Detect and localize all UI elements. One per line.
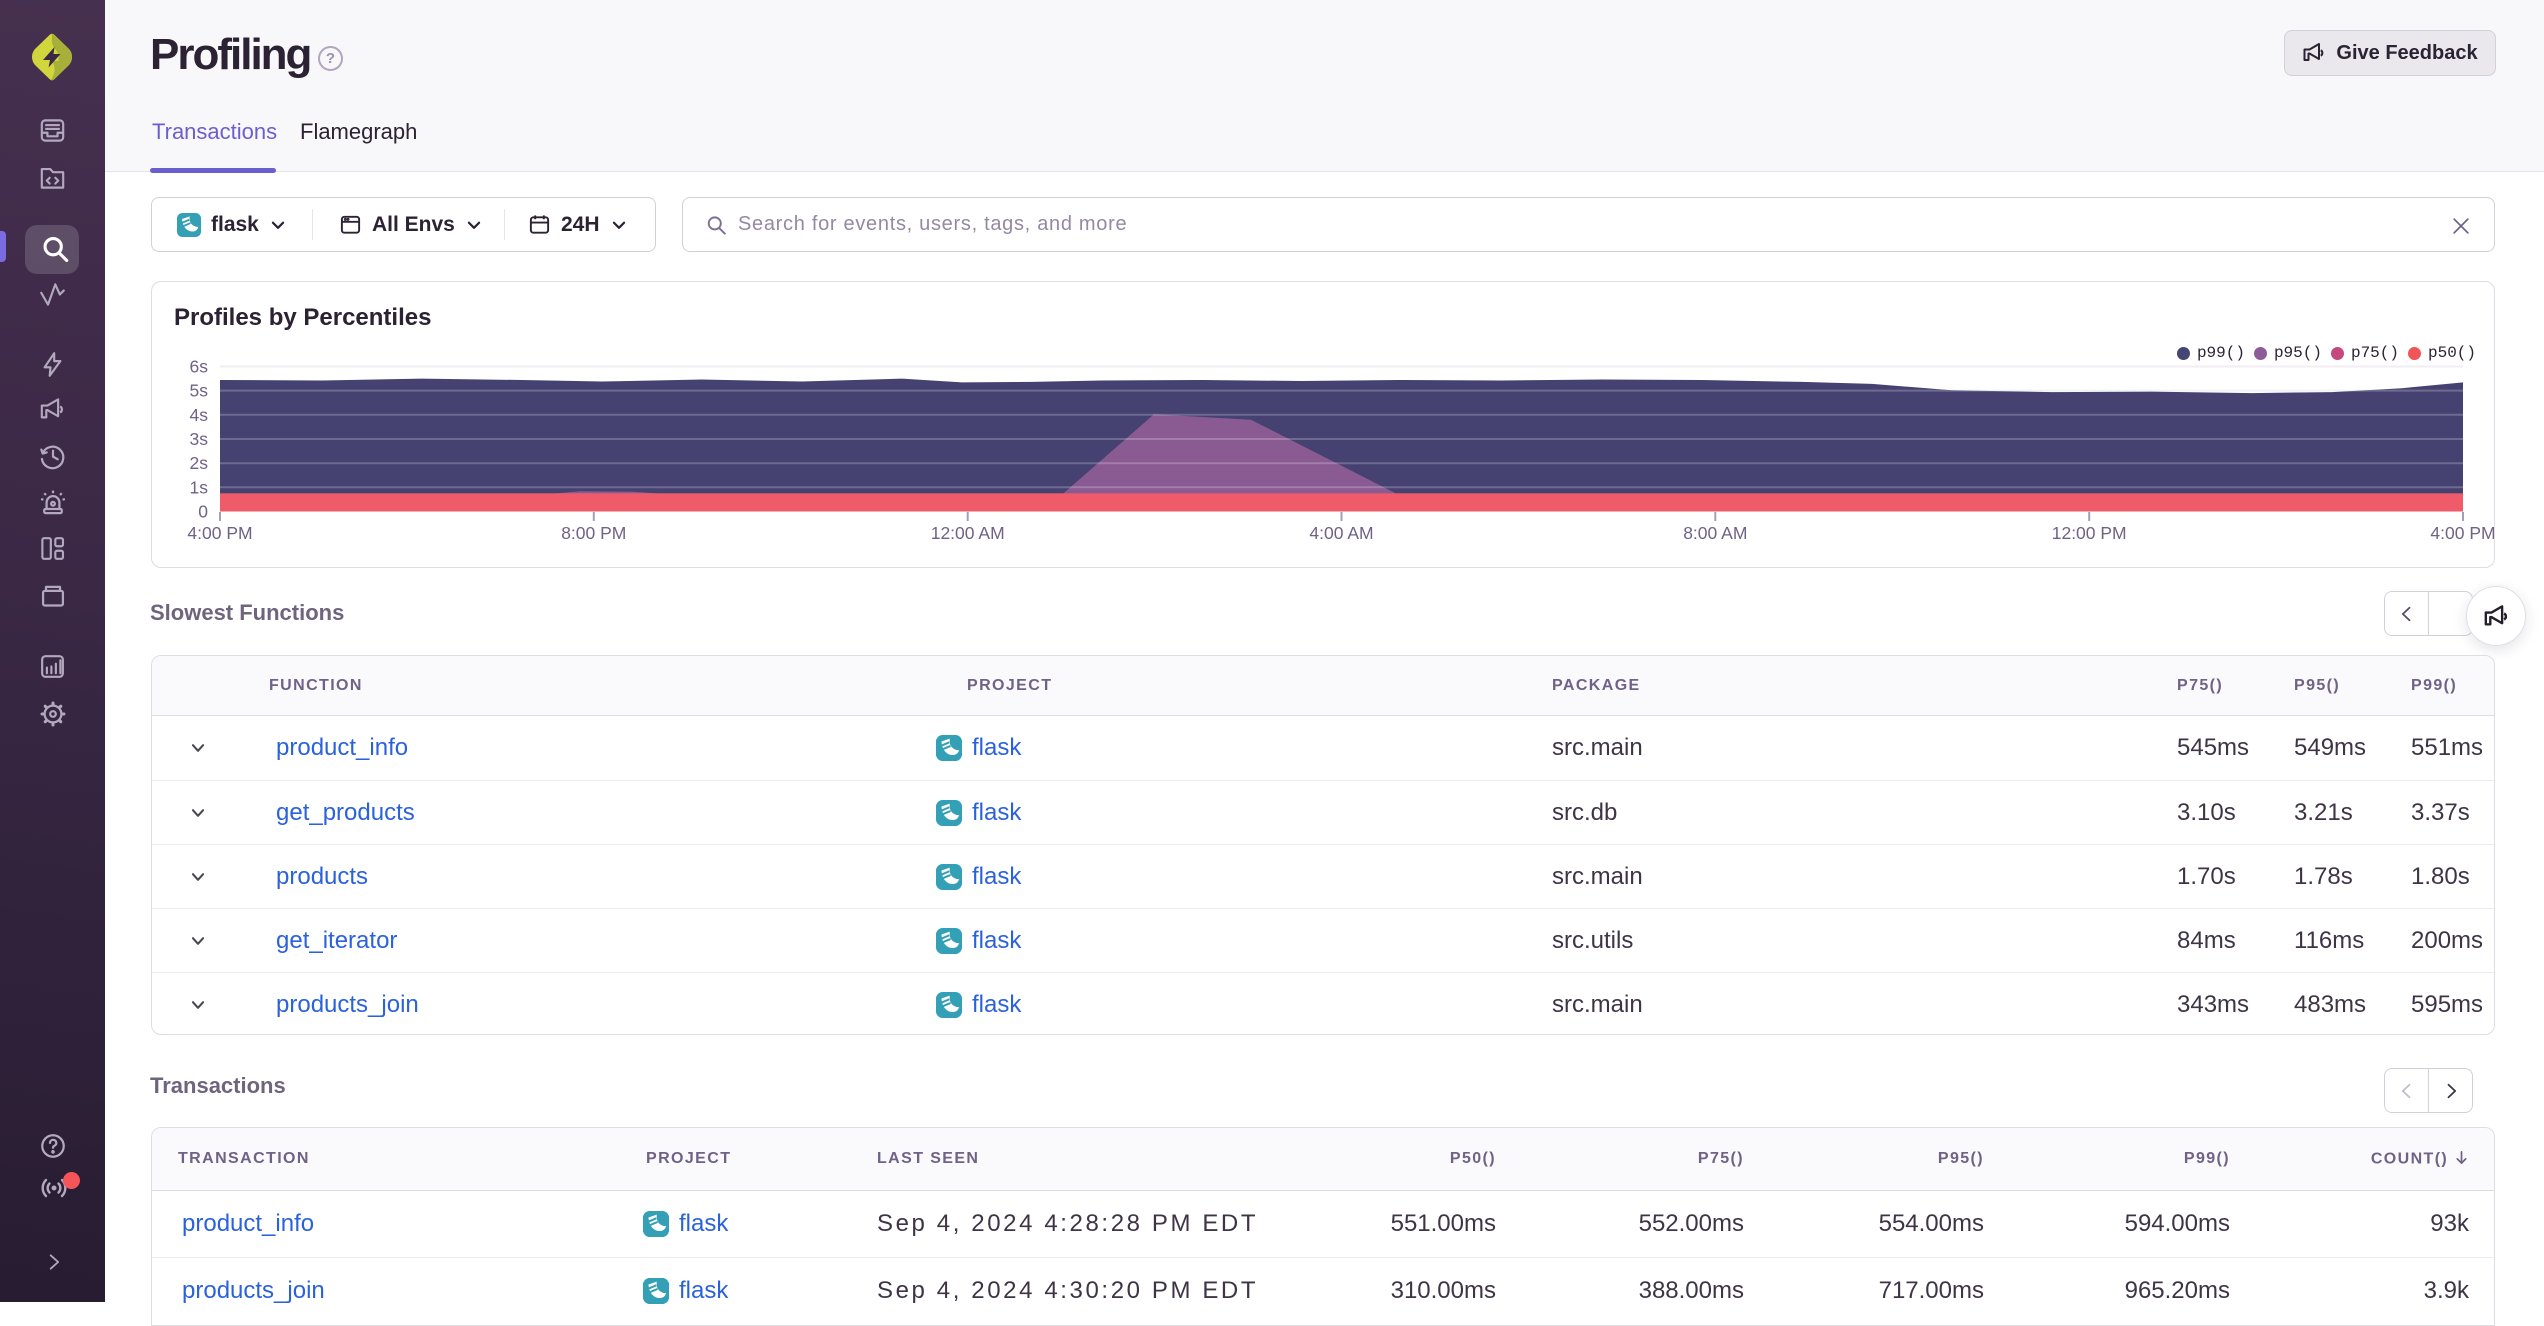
svg-text:4:00 PM: 4:00 PM [2430, 523, 2494, 543]
svg-text:5s: 5s [190, 381, 209, 401]
svg-text:4:00 PM: 4:00 PM [187, 523, 252, 543]
svg-text:8:00 PM: 8:00 PM [561, 523, 626, 543]
svg-text:8:00 AM: 8:00 AM [1683, 523, 1747, 543]
svg-text:6s: 6s [190, 357, 209, 377]
svg-text:12:00 PM: 12:00 PM [2052, 523, 2127, 543]
svg-text:4:00 AM: 4:00 AM [1309, 523, 1373, 543]
svg-text:0: 0 [198, 502, 208, 522]
svg-text:2s: 2s [190, 453, 209, 473]
svg-text:1s: 1s [190, 477, 209, 497]
svg-text:4s: 4s [190, 405, 209, 425]
svg-text:3s: 3s [190, 429, 209, 449]
svg-text:12:00 AM: 12:00 AM [931, 523, 1005, 543]
